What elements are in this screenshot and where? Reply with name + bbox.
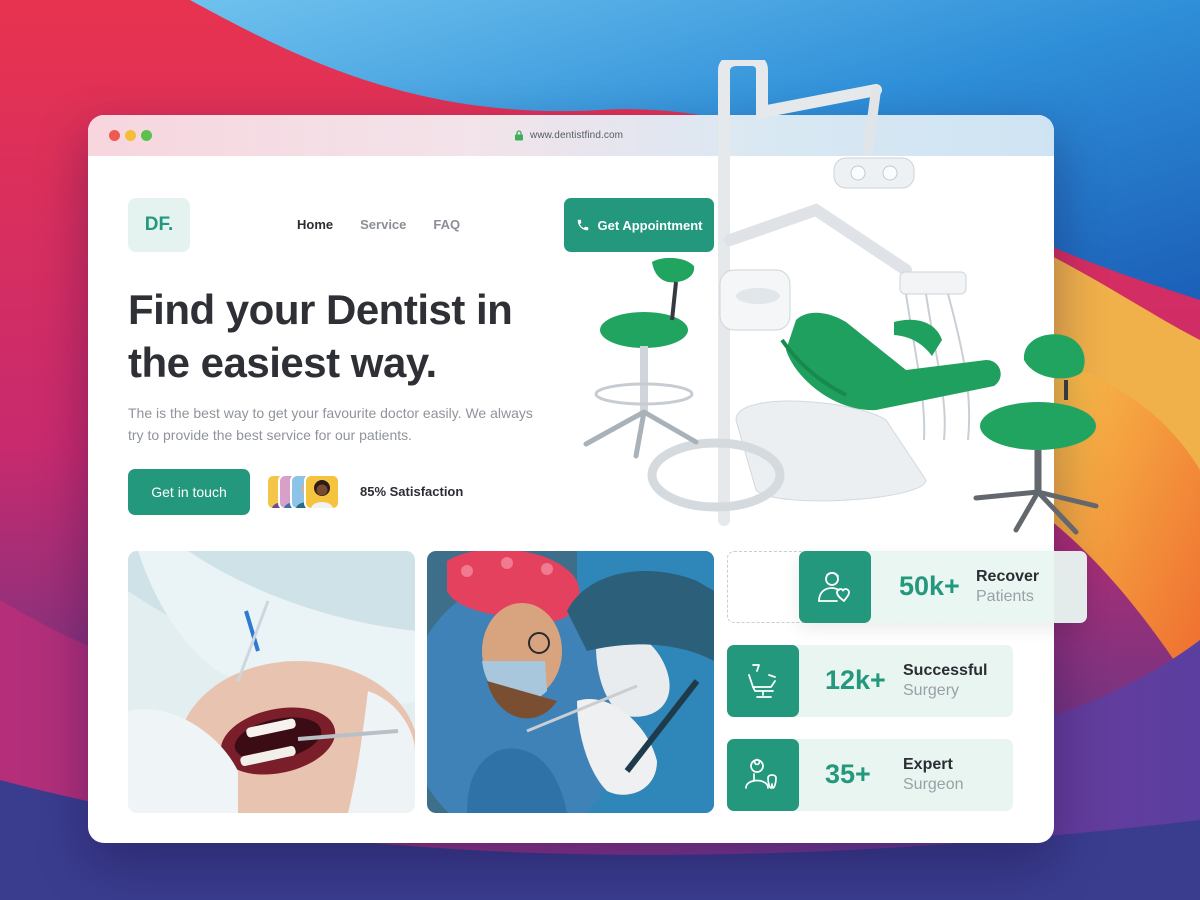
dental-exam-photo: [128, 551, 415, 813]
lock-icon: [515, 129, 523, 140]
stat-sublabel: Surgery: [903, 682, 960, 699]
stat-sublabel: Surgeon: [903, 776, 964, 793]
surgery-photo: [427, 551, 714, 813]
stat-value: 35+: [825, 759, 871, 789]
minimize-window-button[interactable]: [125, 130, 136, 141]
get-in-touch-label: Get in touch: [151, 484, 227, 500]
stat-label: Recover: [976, 568, 1040, 585]
hero-title-line2: the easiest way.: [128, 339, 437, 386]
stat-label: Successful: [903, 662, 988, 679]
stat-card-surgeons: 35+ Expert Surgeon: [727, 739, 1013, 811]
surgeon-tooth-icon: [727, 739, 799, 811]
hero-title: Find your Dentist in the easiest way.: [128, 283, 588, 389]
avatar: [304, 474, 340, 510]
nav-faq[interactable]: FAQ: [433, 217, 460, 232]
get-in-touch-button[interactable]: Get in touch: [128, 469, 250, 515]
stat-label: Expert: [903, 756, 953, 773]
hero-title-line1: Find your Dentist in: [128, 286, 513, 333]
close-window-button[interactable]: [109, 130, 120, 141]
satisfaction-text: 85% Satisfaction: [360, 484, 464, 499]
stat-card-patients: 50k+ Recover Patients: [799, 551, 1087, 623]
hero-subtitle: The is the best way to get your favourit…: [128, 405, 533, 443]
stat-sublabel: Patients: [976, 588, 1034, 605]
dental-chair-illustration: [583, 60, 1099, 535]
maximize-window-button[interactable]: [141, 130, 152, 141]
patient-heart-icon: [799, 551, 871, 623]
stat-value: 12k+: [825, 665, 886, 695]
logo-text: DF.: [144, 214, 174, 235]
nav-service[interactable]: Service: [360, 217, 406, 232]
stat-value: 50k+: [899, 571, 960, 601]
dental-chair-icon: [727, 645, 799, 717]
stat-card-surgery: 12k+ Successful Surgery: [727, 645, 1013, 717]
site-logo[interactable]: DF.: [128, 198, 190, 252]
main-nav: Home Service FAQ: [297, 217, 460, 232]
nav-home[interactable]: Home: [297, 217, 333, 232]
patient-avatars: [266, 474, 346, 510]
